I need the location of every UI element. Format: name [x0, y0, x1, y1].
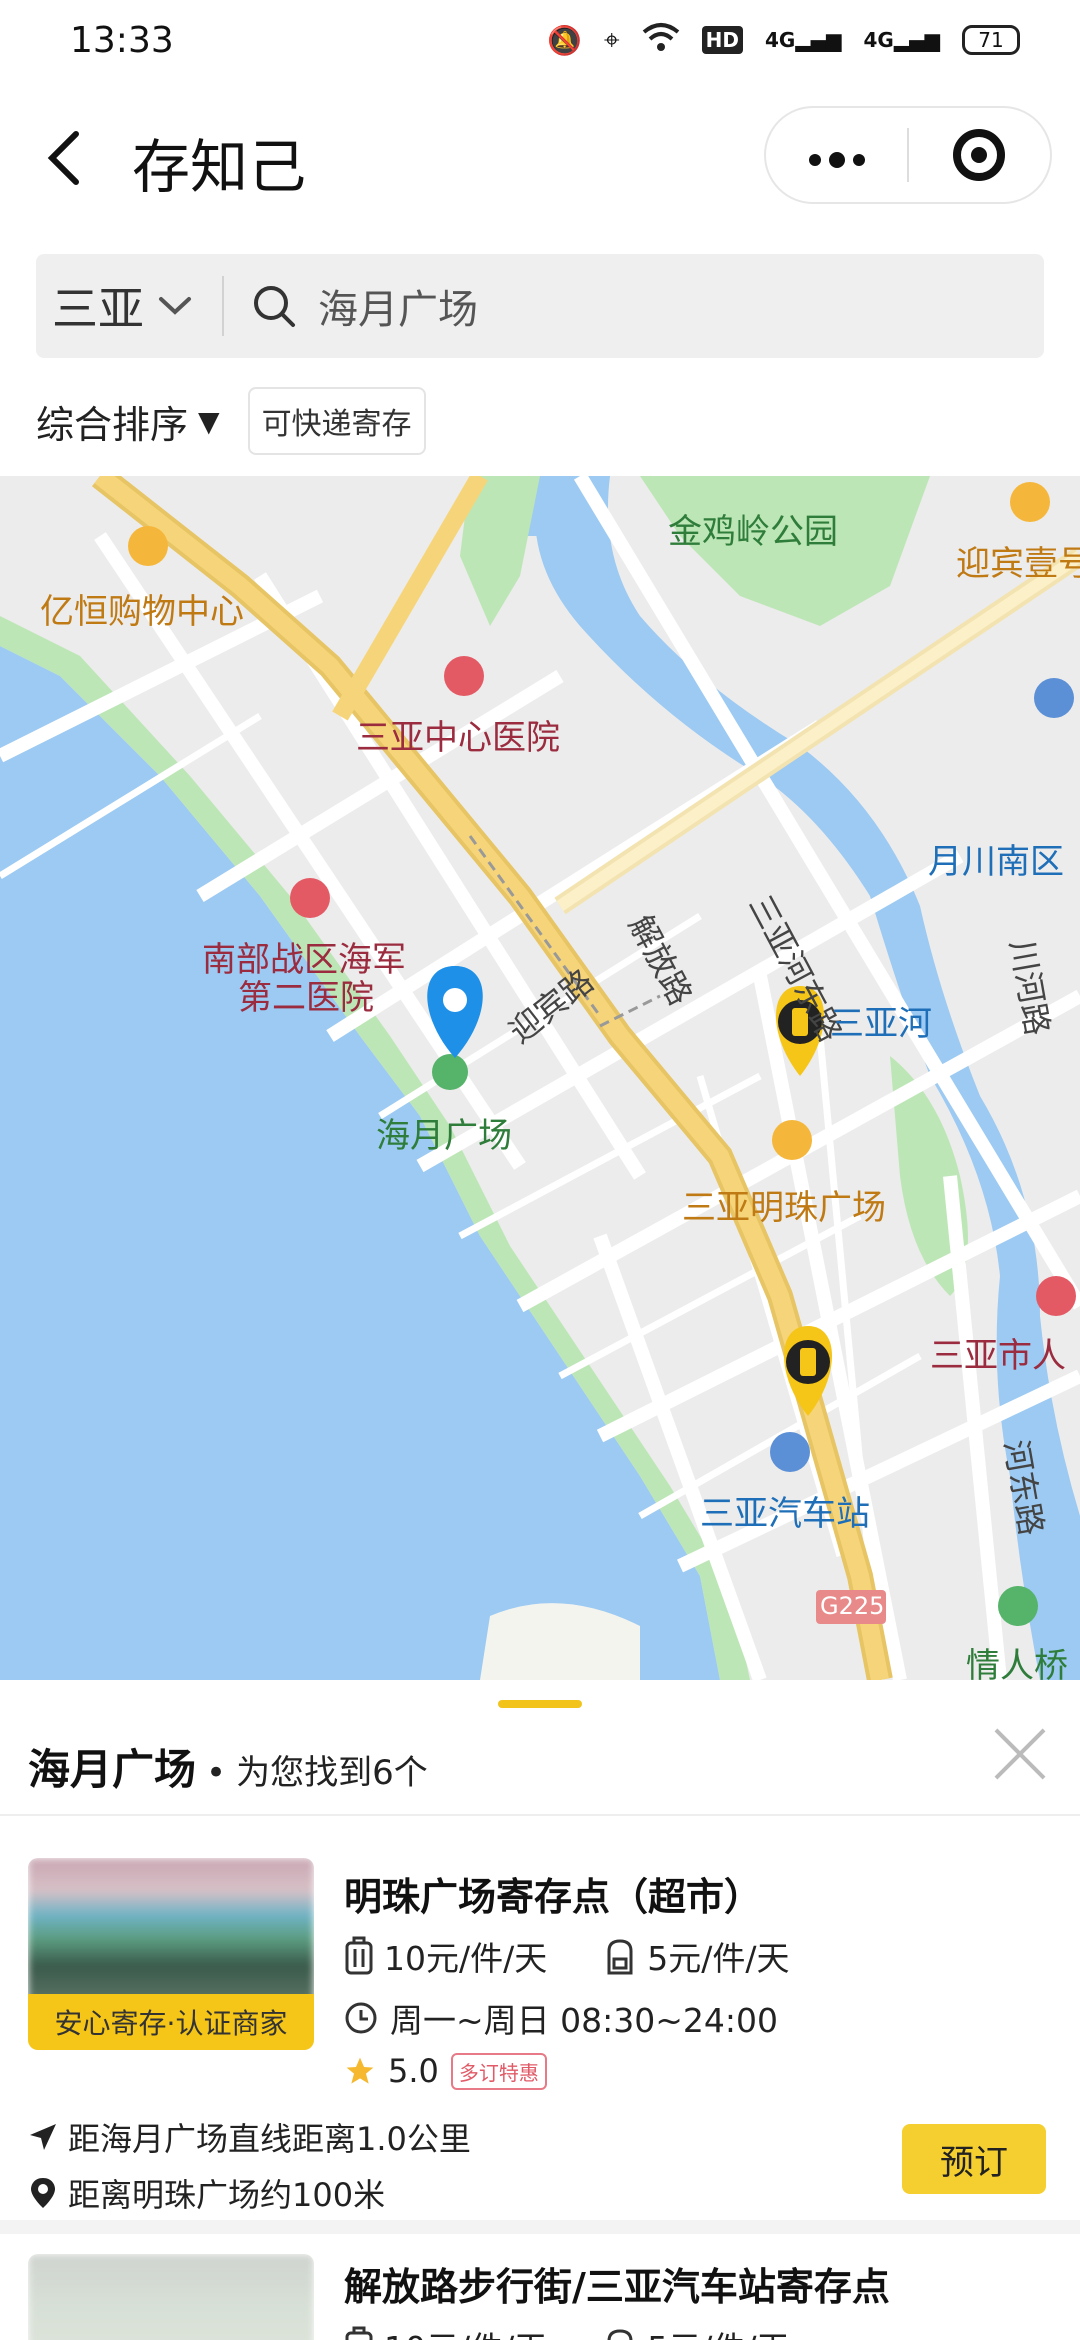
target-icon	[953, 129, 1006, 181]
location-pin-icon	[31, 2178, 55, 2208]
back-button[interactable]	[44, 128, 84, 199]
hd-icon: HD	[701, 26, 743, 54]
map-label-lovers-bridge: 情人桥	[966, 1646, 1068, 1680]
map-view[interactable]: 金鸡岭公园 迎宾壹号 亿恒购物中心 三亚中心医院 月川南区 三亚河东路 南部战区…	[0, 476, 1080, 1680]
sheet-drag-handle[interactable]	[498, 1700, 582, 1708]
page-title: 存知己	[132, 133, 307, 201]
results-location: 海月广场	[28, 1745, 197, 1794]
suitcase-icon	[345, 2326, 373, 2340]
price-row: 10元/件/天 5元/件/天	[344, 1932, 789, 1980]
map-label-sanya-hospital: 三亚中心医院	[356, 718, 560, 758]
map-canvas	[0, 476, 1080, 1680]
store-rating: 5.0 多订特惠	[344, 2052, 547, 2090]
store-card[interactable]: 安心寄存·认证商家 明珠广场寄存点（超市） 10元/件/天 5元/件/天 周一~…	[0, 1830, 1080, 2214]
results-sheet: 海月广场 • 为您找到6个 安心寄存·认证商家 明珠广场寄存点（超市） 10元/…	[0, 1680, 1080, 2340]
map-label-bus-station: 三亚汽车站	[700, 1494, 870, 1534]
title-bar: 存知己	[0, 100, 1080, 220]
city-label: 三亚	[52, 282, 144, 336]
status-icons: 🔕 ⌖ HD 4G▂▄▆ 4G▂▄▆ 71	[547, 22, 1020, 59]
price-large-item: 10元/件/天	[384, 1939, 548, 1978]
suitcase-icon	[345, 1936, 373, 1975]
express-storage-chip[interactable]: 可快递寄存	[247, 387, 426, 455]
store-thumbnail	[28, 2254, 314, 2340]
price-small-item: 5元/件/天	[647, 2322, 789, 2340]
price-small-item: 5元/件/天	[647, 1939, 790, 1978]
battery-icon: 71	[962, 25, 1020, 55]
sort-dropdown[interactable]: 综合排序 ▼	[36, 394, 220, 449]
status-bar: 13:33 🔕 ⌖ HD 4G▂▄▆ 4G▂▄▆ 71	[0, 0, 1080, 80]
store-name: 解放路步行街/三亚汽车站寄存点	[344, 2265, 890, 2309]
network-type-2: 4G	[863, 28, 894, 52]
certified-badge: 安心寄存·认证商家	[28, 1994, 314, 2050]
backpack-icon	[607, 1939, 633, 1975]
book-button[interactable]: 预订	[902, 2124, 1046, 2194]
close-icon[interactable]	[992, 1726, 1048, 1782]
rating-value: 5.0	[388, 2052, 439, 2090]
mini-program-capsule	[764, 106, 1052, 204]
chevron-down-icon	[159, 297, 191, 315]
card-separator	[0, 2220, 1080, 2234]
map-label-yiheng-mall: 亿恒购物中心	[40, 592, 244, 632]
search-divider	[222, 276, 224, 336]
close-miniprogram-button[interactable]	[909, 129, 1050, 181]
map-label-yingbin: 迎宾壹号	[956, 544, 1080, 584]
map-label-g225: G225	[820, 1592, 885, 1620]
search-input[interactable]	[318, 283, 918, 329]
hours-text: 周一~周日 08:30~24:00	[390, 2001, 778, 2040]
more-dots-icon	[808, 152, 865, 168]
sort-label: 综合排序	[36, 402, 189, 447]
sheet-divider	[0, 1814, 1080, 1816]
distance-line-2: 距离明珠广场约100米	[28, 2170, 385, 2216]
store-card[interactable]: 解放路步行街/三亚汽车站寄存点 10元/件/天 5元/件/天	[0, 2236, 1080, 2340]
more-button[interactable]	[766, 132, 907, 178]
distance-text-2: 距离明珠广场约100米	[68, 2176, 386, 2214]
results-dot: •	[206, 1753, 227, 1793]
map-label-navy-hospital-line2: 第二医院	[238, 978, 374, 1018]
city-selector[interactable]: 三亚	[36, 273, 222, 339]
map-label-jinjiling-park: 金鸡岭公园	[668, 512, 838, 552]
search-icon	[252, 284, 296, 328]
distance-text-1: 距海月广场直线距离1.0公里	[68, 2120, 471, 2158]
chevron-left-icon	[47, 131, 79, 185]
distance-line-1: 距海月广场直线距离1.0公里	[28, 2114, 471, 2160]
backpack-icon	[607, 2329, 633, 2340]
clock-icon	[345, 2002, 377, 2034]
network-type-1: 4G	[765, 28, 796, 52]
map-label-mingzhu-square: 三亚明珠广场	[682, 1188, 886, 1228]
signal-icon-2: 4G▂▄▆	[863, 28, 941, 52]
mute-icon: 🔕	[547, 23, 582, 57]
location-icon: ⌖	[603, 23, 620, 56]
store-name: 明珠广场寄存点（超市）	[344, 1875, 763, 1919]
wifi-icon	[642, 22, 680, 59]
discount-tag: 多订特惠	[450, 2052, 547, 2090]
signal-icon-1: 4G▂▄▆	[765, 28, 842, 52]
filter-row: 综合排序 ▼ 可快递寄存	[36, 387, 426, 455]
map-label-haiyue-square: 海月广场	[376, 1116, 512, 1156]
star-icon	[346, 2057, 374, 2084]
map-label-yuechuan: 月川南区	[928, 842, 1064, 882]
price-large-item: 10元/件/天	[384, 2322, 547, 2340]
search-bar: 三亚	[36, 254, 1044, 358]
results-count: 为您找到6个	[236, 1753, 428, 1793]
results-header: 海月广场 • 为您找到6个	[28, 1736, 428, 1797]
navigation-arrow-icon	[30, 2124, 56, 2150]
map-label-sanya-river: 三亚河	[830, 1004, 932, 1044]
opening-hours: 周一~周日 08:30~24:00	[344, 1994, 778, 2042]
triangle-down-icon: ▼	[198, 404, 220, 438]
map-label-sanya-city: 三亚市人	[930, 1336, 1066, 1376]
price-row: 10元/件/天 5元/件/天	[344, 2322, 789, 2340]
status-time: 13:33	[70, 19, 174, 61]
